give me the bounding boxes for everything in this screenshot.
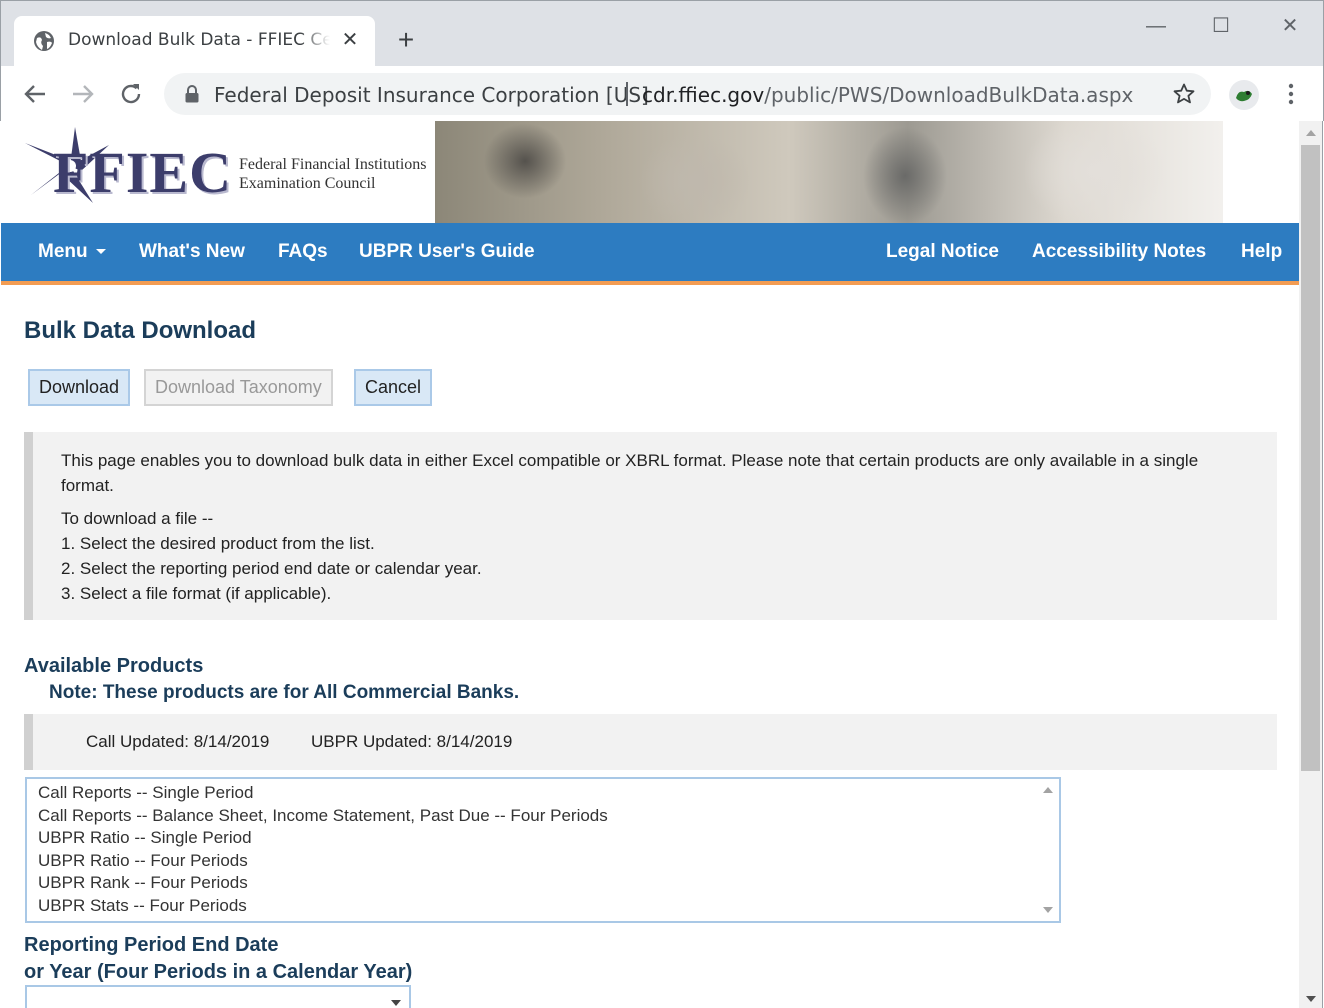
minimize-icon[interactable]: —: [1141, 11, 1171, 41]
list-item[interactable]: UBPR Ratio -- Four Periods: [38, 850, 248, 872]
list-item[interactable]: UBPR Rank -- Four Periods: [38, 872, 248, 894]
main-content: Bulk Data Download Download Download Tax…: [1, 287, 1299, 1008]
listbox-scrollbar[interactable]: [1037, 779, 1059, 921]
tab-close-icon[interactable]: ✕: [340, 30, 360, 50]
available-products-label: Available Products: [24, 655, 204, 677]
url-separator: [626, 82, 628, 106]
forward-arrow-icon[interactable]: [69, 80, 97, 108]
scroll-up-icon[interactable]: [1043, 787, 1053, 793]
instructions-box: This page enables you to download bulk d…: [24, 432, 1277, 620]
ffiec-logo-word: FFIEC: [53, 140, 232, 205]
period-label-line-2: or Year (Four Periods in a Calendar Year…: [24, 961, 413, 983]
banner-photo: [435, 121, 1223, 223]
main-navigation: Menu What's New FAQs UBPR User's Guide L…: [1, 223, 1299, 285]
nav-help[interactable]: Help: [1241, 241, 1282, 263]
scrollbar-thumb[interactable]: [1301, 145, 1320, 771]
list-item[interactable]: Call Reports -- Single Period: [38, 782, 253, 804]
scroll-down-icon[interactable]: [1306, 996, 1316, 1002]
logo-line-2: Examination Council: [239, 175, 376, 192]
nav-whats-new[interactable]: What's New: [139, 241, 245, 263]
site-banner: FFIEC Federal Financial Institutions Exa…: [1, 121, 1299, 223]
ffiec-logo-text: Federal Financial Institutions Examinati…: [239, 155, 427, 193]
download-button[interactable]: Download: [28, 369, 131, 406]
instruction-step: 1. Select the desired product from the l…: [61, 534, 375, 553]
browser-tab[interactable]: Download Bulk Data - FFIEC Central Data …: [14, 16, 375, 66]
web-page: FFIEC Federal Financial Institutions Exa…: [1, 121, 1299, 1008]
address-bar[interactable]: Federal Deposit Insurance Corporation [U…: [164, 73, 1211, 115]
instruction-step: 2. Select the reporting period end date …: [61, 559, 482, 578]
list-item[interactable]: UBPR Stats -- Four Periods: [38, 895, 247, 917]
url-host: cdr.ffiec.gov: [642, 83, 765, 107]
globe-icon: [34, 31, 54, 51]
caret-down-icon: [95, 249, 106, 255]
nav-accessibility-notes[interactable]: Accessibility Notes: [1032, 241, 1206, 263]
list-item[interactable]: Call Reports -- Balance Sheet, Income St…: [38, 805, 608, 827]
new-tab-button[interactable]: +: [393, 26, 419, 54]
page-title: Bulk Data Download: [24, 317, 257, 344]
update-status-box: Call Updated: 8/14/2019 UBPR Updated: 8/…: [24, 714, 1277, 770]
reload-icon[interactable]: [117, 80, 145, 108]
scroll-down-icon[interactable]: [1043, 907, 1053, 913]
logo-line-1: Federal Financial Institutions: [239, 156, 427, 173]
nav-faqs[interactable]: FAQs: [278, 241, 328, 263]
extension-icon[interactable]: [1229, 80, 1259, 110]
products-listbox[interactable]: Call Reports -- Single Period Call Repor…: [25, 777, 1061, 923]
cancel-button[interactable]: Cancel: [354, 369, 433, 406]
list-item[interactable]: UBPR Ratio -- Single Period: [38, 827, 252, 849]
browser-chrome: Download Bulk Data - FFIEC Central Data …: [0, 0, 1324, 122]
menu-dots-icon[interactable]: [1281, 80, 1301, 108]
maximize-icon[interactable]: ☐: [1206, 11, 1236, 41]
browser-toolbar: Federal Deposit Insurance Corporation [U…: [1, 66, 1323, 122]
tab-title: Download Bulk Data - FFIEC Central Data …: [68, 30, 330, 50]
scroll-up-icon[interactable]: [1306, 130, 1316, 136]
url-text[interactable]: cdr.ffiec.gov/public/PWS/DownloadBulkDat…: [642, 83, 1133, 107]
instructions-heading: To download a file --: [61, 509, 214, 528]
nav-menu[interactable]: Menu: [38, 241, 106, 263]
nav-menu-label: Menu: [38, 241, 88, 262]
star-icon[interactable]: [1172, 82, 1196, 106]
instruction-step: 3. Select a file format (if applicable).: [61, 584, 332, 603]
products-note: Note: These products are for All Commerc…: [49, 682, 520, 703]
nav-legal-notice[interactable]: Legal Notice: [886, 241, 999, 263]
url-path: /public/PWS/DownloadBulkData.aspx: [764, 83, 1134, 107]
certificate-owner[interactable]: Federal Deposit Insurance Corporation [U…: [214, 83, 649, 107]
call-updated-text: Call Updated: 8/14/2019: [86, 732, 270, 751]
window-close-icon[interactable]: ✕: [1275, 11, 1305, 41]
lock-icon[interactable]: [184, 85, 200, 103]
ubpr-updated-text: UBPR Updated: 8/14/2019: [311, 732, 513, 751]
reporting-period-select[interactable]: [25, 985, 411, 1008]
period-label-line-1: Reporting Period End Date: [24, 934, 279, 956]
page-scrollbar[interactable]: [1299, 121, 1323, 1008]
dropdown-arrow-icon: [391, 1000, 401, 1006]
back-arrow-icon[interactable]: [21, 80, 49, 108]
nav-ubpr-users-guide[interactable]: UBPR User's Guide: [359, 241, 535, 263]
instructions-intro: This page enables you to download bulk d…: [61, 451, 1199, 495]
download-taxonomy-button[interactable]: Download Taxonomy: [144, 369, 333, 406]
